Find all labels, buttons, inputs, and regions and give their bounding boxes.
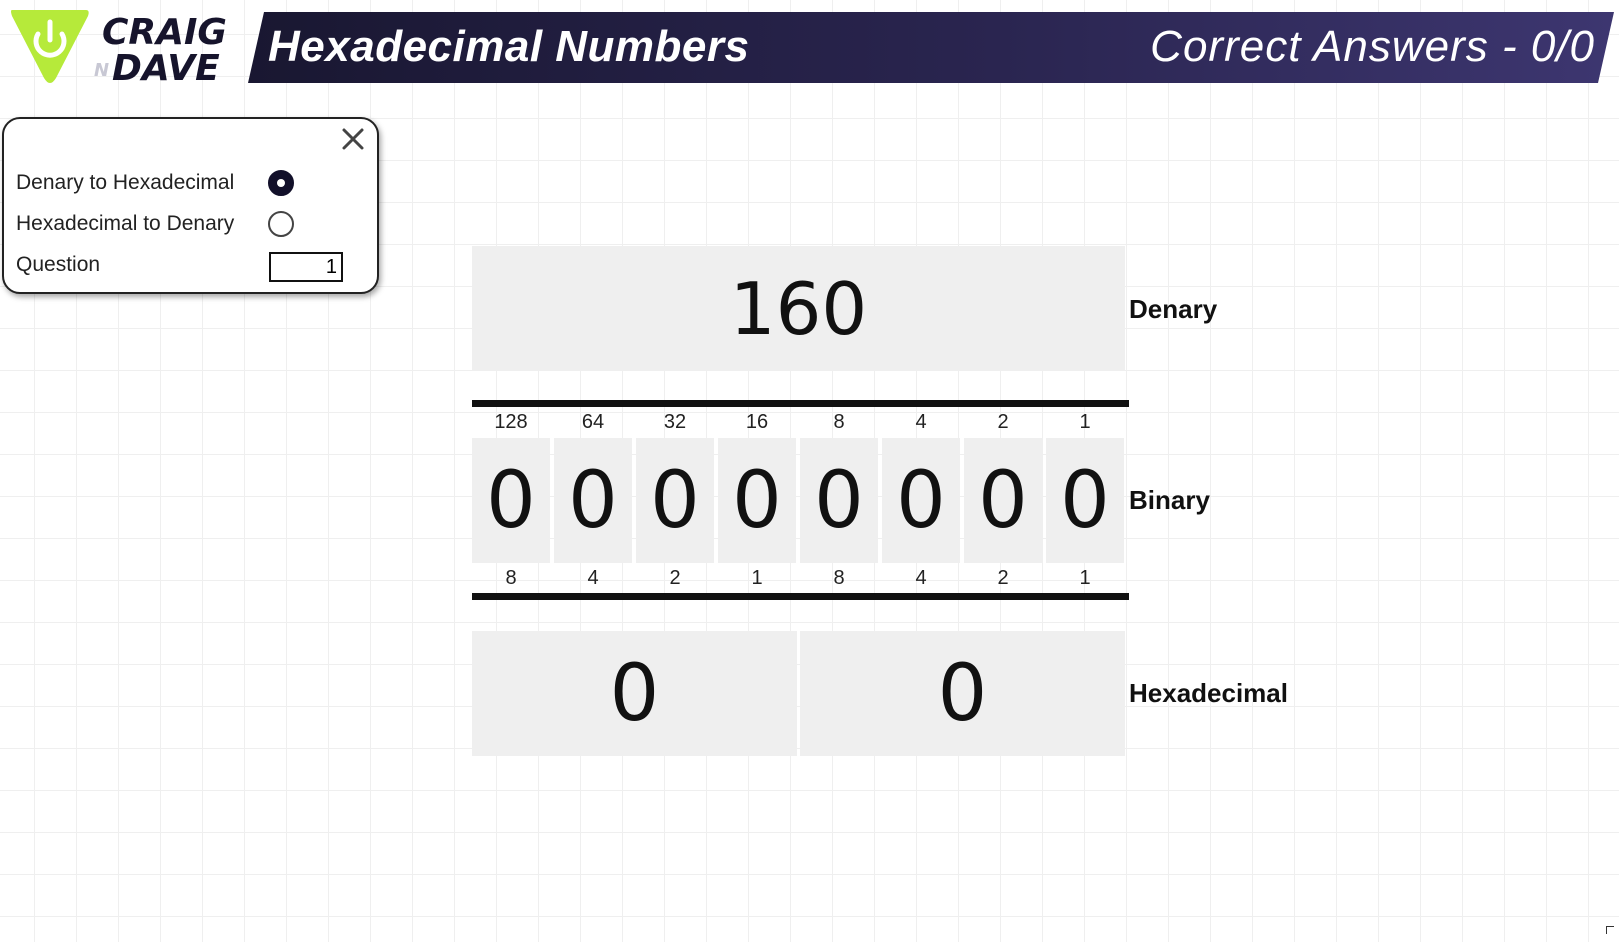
place-value-32: 32 [663,411,687,433]
settings-panel: Denary to Hexadecimal Hexadecimal to Den… [2,117,379,294]
place-value-2: 2 [997,411,1009,433]
nibble-value-4: 4 [587,567,599,589]
bit-digit: 0 [650,455,700,546]
nibble-value-8: 8 [505,567,517,589]
logo-text-dave: DAVE [112,48,220,88]
bit-digit: 0 [568,455,618,546]
bit-box-2[interactable]: 0 [964,438,1042,563]
logo-text-n: N [94,60,109,81]
hex-digit: 0 [609,648,660,739]
bit-box-4[interactable]: 0 [882,438,960,563]
logo-text-craig: CRAIG [102,12,227,53]
denary-label: Denary [1129,294,1218,324]
nibble-place-values: 8 4 2 1 8 4 2 1 [472,565,1129,591]
bit-digit: 0 [732,455,782,546]
bit-digit: 0 [814,455,864,546]
question-label: Question [16,253,101,276]
bit-digit: 0 [896,455,946,546]
bit-box-128[interactable]: 0 [472,438,550,563]
binary-bottom-rule [472,593,1129,600]
close-icon [342,128,364,150]
binary-place-values: 128 64 32 16 8 4 2 1 [472,409,1129,435]
place-value-16: 16 [745,411,769,433]
place-value-128: 128 [494,411,528,433]
radio-denary-to-hex[interactable] [268,170,294,196]
denary-box: 160 [472,246,1125,371]
resize-corner [1606,926,1614,934]
question-number-input[interactable] [269,252,343,282]
logo-graphic: CRAIG N DAVE [11,10,227,89]
bit-digit: 0 [978,455,1028,546]
hex-digit: 0 [937,648,988,739]
radio-hex-to-denary[interactable] [268,211,294,237]
option-label-hex-to-denary: Hexadecimal to Denary [16,212,235,235]
craig-n-dave-logo: CRAIG N DAVE [10,8,250,89]
page-title: Hexadecimal Numbers [268,22,750,71]
binary-label: Binary [1129,485,1210,515]
score-counter: Correct Answers - 0/0 [1150,22,1595,71]
close-button[interactable] [339,125,367,153]
place-value-64: 64 [581,411,605,433]
nibble-value-2: 2 [669,567,681,589]
nibble-value-1: 1 [1079,567,1091,589]
place-value-8: 8 [833,411,845,433]
bit-box-64[interactable]: 0 [554,438,632,563]
place-value-1: 1 [1079,411,1091,433]
place-value-4: 4 [915,411,927,433]
nibble-value-4: 4 [915,567,927,589]
bit-box-16[interactable]: 0 [718,438,796,563]
denary-value: 160 [729,266,868,351]
hex-digit-box-high[interactable]: 0 [472,631,797,756]
nibble-value-1: 1 [751,567,763,589]
nibble-value-8: 8 [833,567,845,589]
nibble-value-2: 2 [997,567,1009,589]
bit-box-8[interactable]: 0 [800,438,878,563]
hex-digit-box-low[interactable]: 0 [800,631,1125,756]
option-label-denary-to-hex: Denary to Hexadecimal [16,171,235,194]
binary-top-rule [472,400,1129,407]
bit-digit: 0 [486,455,536,546]
bit-box-1[interactable]: 0 [1046,438,1124,563]
hexadecimal-label: Hexadecimal [1129,678,1288,708]
bit-box-32[interactable]: 0 [636,438,714,563]
bit-digit: 0 [1060,455,1110,546]
